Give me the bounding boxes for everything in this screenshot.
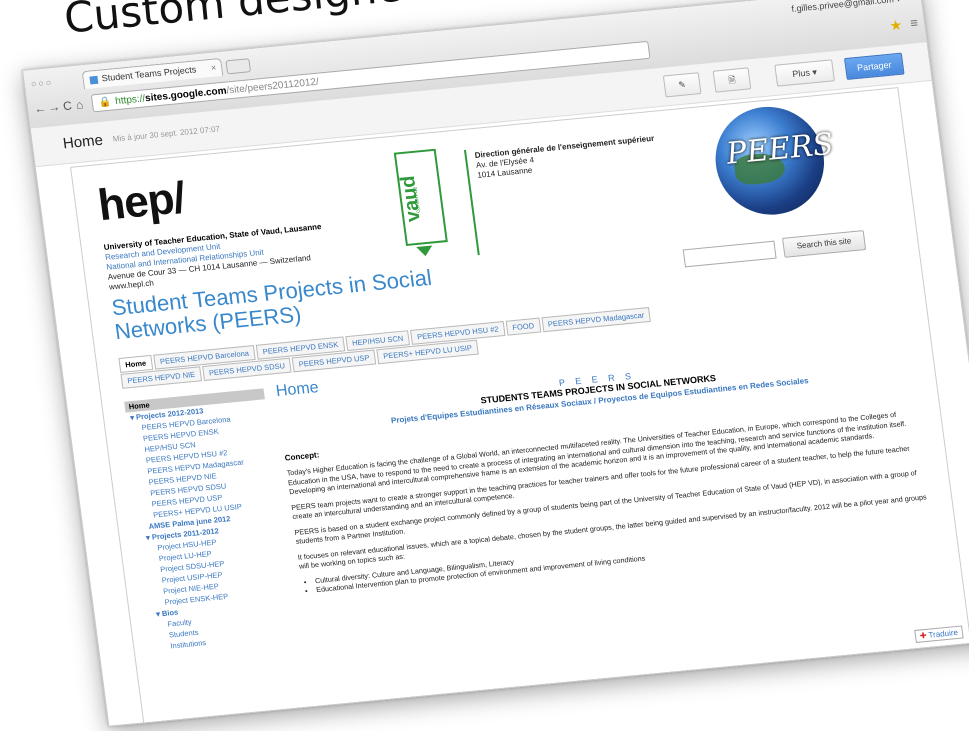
stage: ○○○ Student Teams Projects × f.gilles.pr… (0, 0, 969, 731)
translate-label: Traduire (927, 627, 959, 640)
home-icon[interactable]: ⌂ (75, 97, 84, 112)
user-account[interactable]: f.gilles.privee@gmail.com ▾ (791, 0, 902, 15)
search-input[interactable] (682, 240, 777, 268)
new-page-button[interactable]: 🗎 (712, 67, 752, 93)
translate-button[interactable]: ✚Traduire (914, 625, 964, 643)
search-button[interactable]: Search this site (781, 230, 867, 258)
back-icon[interactable]: ← (33, 101, 47, 116)
window-controls[interactable]: ○○○ (30, 77, 54, 89)
peers-globe-logo: PEERS (708, 101, 836, 220)
url-path: /site/peers20112012/ (225, 76, 320, 97)
last-updated: Mis à jour 30 sept. 2012 07:07 (112, 124, 221, 144)
page-title: Home (61, 131, 104, 153)
url-host: sites.google.com (144, 85, 228, 105)
vaud-logo: vaud canton de (393, 148, 448, 247)
browser-menu-icon[interactable]: ≡ (909, 15, 919, 31)
new-tab-button[interactable] (225, 58, 252, 75)
sidebar-nav: Home ▾ Projects 2012-2013 PEERS HEPVD Bar… (124, 388, 296, 652)
page-icon: 🗎 (727, 74, 737, 86)
direction-generale-info: Direction générale de l'enseignement sup… (474, 134, 657, 181)
translate-icon: ✚ (919, 630, 928, 641)
tab-title: Student Teams Projects (101, 64, 197, 84)
pencil-icon: ✎ (677, 79, 687, 91)
hep-logo[interactable]: hep/ (95, 173, 188, 231)
vaud-logo-text: vaud (396, 174, 425, 224)
browser-window: ○○○ Student Teams Projects × f.gilles.pr… (22, 0, 969, 727)
tab-madagascar[interactable]: PEERS HEPVD Madagascar (541, 306, 652, 333)
forward-icon[interactable]: → (47, 100, 61, 115)
site-page: hep/ University of Teacher Education, St… (70, 87, 969, 725)
globe-peers-text: PEERS (724, 126, 836, 172)
tab-food[interactable]: FOOD (505, 317, 541, 336)
lock-icon: 🔒 (98, 96, 113, 109)
close-tab-icon[interactable]: × (210, 62, 217, 72)
reload-icon[interactable]: C (62, 98, 72, 113)
more-button[interactable]: Plus ▾ (774, 59, 835, 87)
edit-page-button[interactable]: ✎ (662, 72, 702, 98)
bookmark-star-icon[interactable]: ★ (888, 17, 903, 35)
favicon-icon (89, 75, 99, 85)
share-button[interactable]: Partager (843, 52, 905, 80)
url-scheme: https:// (114, 93, 146, 108)
vaud-triangle-icon (416, 245, 434, 257)
